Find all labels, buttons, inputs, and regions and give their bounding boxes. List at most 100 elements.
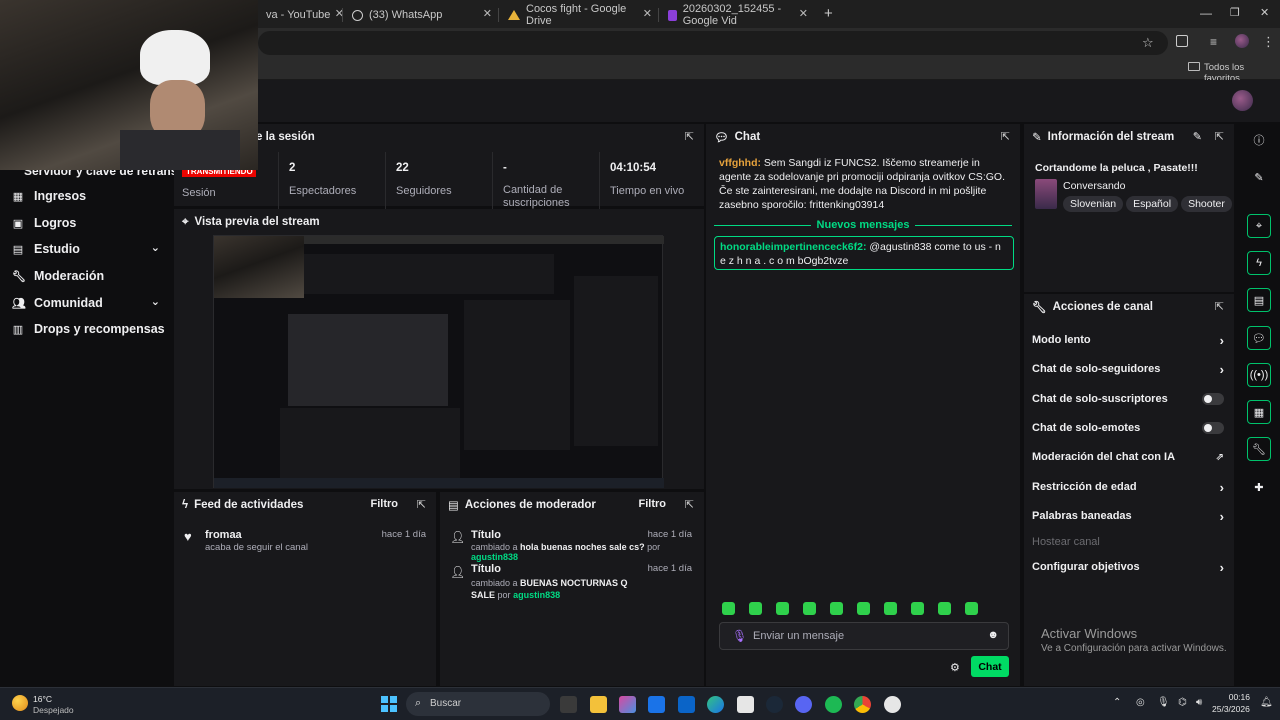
star-icon[interactable]: ☆ (1142, 35, 1154, 51)
tab-whatsapp[interactable]: (33) WhatsApp ✕ (344, 4, 498, 26)
chrome-icon[interactable] (854, 696, 871, 713)
tag[interactable]: Español (1126, 196, 1179, 212)
broadcast-icon[interactable]: ((•)) (1247, 363, 1271, 387)
emote-icon[interactable] (803, 602, 816, 615)
nav-item-comunidad[interactable]: 👥︎ Comunidad ⌄ (12, 296, 160, 310)
nav-item-ingresos[interactable]: ▦ Ingresos (12, 189, 86, 203)
tab-video[interactable]: 20260302_152455 - Google Vid ✕ (660, 3, 814, 27)
popout-icon[interactable]: ⇱ (1215, 130, 1224, 143)
emotes-only-toggle[interactable] (1202, 422, 1224, 434)
clock-time[interactable]: 00:16 (1220, 692, 1250, 702)
edit-icon[interactable]: ✎ (1247, 165, 1271, 189)
action-subs-only[interactable]: Chat de solo-suscriptores (1032, 389, 1224, 409)
action-slow-mode[interactable]: Modo lento › (1032, 330, 1224, 350)
tag[interactable]: Shooter (1181, 196, 1232, 212)
emote-icon[interactable] (830, 602, 843, 615)
network-icon[interactable]: ⌬ (1178, 697, 1187, 708)
obs-icon[interactable] (884, 696, 901, 713)
category-box-art[interactable] (1035, 179, 1057, 209)
new-tab-button[interactable]: + (824, 5, 833, 22)
action-configure-goals[interactable]: Configurar objetivos › (1032, 557, 1224, 577)
photos-icon[interactable] (648, 696, 665, 713)
windows-start-icon[interactable] (381, 696, 397, 712)
action-emotes-only[interactable]: Chat de solo-emotes (1032, 418, 1224, 438)
action-followers-only[interactable]: Chat de solo-seguidores › (1032, 359, 1224, 379)
nav-item-logros[interactable]: ▣ Logros (12, 216, 77, 230)
taskbar-search[interactable]: ⌕ Buscar (406, 692, 550, 716)
capcut-icon[interactable] (737, 696, 754, 713)
close-tab-icon[interactable]: ✕ (799, 7, 808, 20)
feed-filter-button[interactable]: Filtro (371, 498, 399, 510)
add-action-icon[interactable]: ✚ (1247, 475, 1271, 499)
tray-app-icon[interactable]: ◎ (1136, 697, 1145, 708)
emote-icon[interactable] (776, 602, 789, 615)
chat-send-button[interactable]: Chat (971, 656, 1009, 677)
tag[interactable]: Slovenian (1063, 196, 1124, 212)
user-avatar[interactable] (1232, 90, 1253, 111)
maximize-icon[interactable]: ❐ (1230, 6, 1240, 19)
chat-bubble-icon[interactable]: 💬︎ (1247, 326, 1271, 350)
popout-icon[interactable]: ⇱ (1001, 130, 1010, 143)
subs-only-toggle[interactable] (1202, 393, 1224, 405)
tab-youtube[interactable]: va - YouTube ✕ (258, 4, 344, 26)
bolt-icon[interactable]: ϟ (1247, 251, 1271, 275)
popout-icon[interactable]: ⇱ (685, 498, 694, 511)
profile-avatar[interactable] (1235, 34, 1249, 48)
emote-icon[interactable] (722, 602, 735, 615)
wrench-icon[interactable]: 🔧︎ (1247, 437, 1271, 461)
emote-icon[interactable] (749, 602, 762, 615)
browser-menu-icon[interactable]: ⋮ (1262, 34, 1275, 50)
minimize-icon[interactable]: — (1200, 6, 1212, 20)
extensions-icon[interactable] (1176, 35, 1188, 47)
omnibox[interactable] (258, 31, 1168, 55)
task-view-icon[interactable] (560, 696, 577, 713)
feed-user[interactable]: fromaa (205, 529, 242, 541)
document-icon[interactable]: ▤ (1247, 288, 1271, 312)
tab-label: 20260302_152455 - Google Vid (682, 3, 782, 27)
layout-icon[interactable]: ▦ (1247, 400, 1271, 424)
close-window-icon[interactable]: ✕ (1260, 6, 1269, 19)
emote-icon[interactable] (884, 602, 897, 615)
emote-icon[interactable] (938, 602, 951, 615)
settings-gear-icon[interactable]: ⚙ (950, 661, 960, 674)
emote-icon[interactable] (857, 602, 870, 615)
action-banned-words[interactable]: Palabras baneadas › (1032, 506, 1224, 526)
clock-date[interactable]: 25/3/2026 (1212, 704, 1250, 714)
emote-picker-icon[interactable]: ☻ (987, 629, 999, 641)
info-icon[interactable]: ⓘ (1247, 128, 1271, 152)
emote-icon[interactable] (965, 602, 978, 615)
steam-icon[interactable] (766, 696, 783, 713)
emote-icon[interactable] (911, 602, 924, 615)
notifications-icon[interactable]: 🔔︎ (1260, 697, 1273, 708)
chat-input[interactable]: 🎙︎ Enviar un mensaje ☻ (719, 622, 1009, 650)
stream-preview-video[interactable] (213, 235, 664, 488)
clip-icon[interactable]: ⌖ (1247, 214, 1271, 238)
nav-item-moderacion[interactable]: 🔧︎ Moderación (12, 269, 104, 283)
mic-icon[interactable]: 🎙︎ (732, 629, 747, 643)
popout-icon[interactable]: ⇱ (1215, 300, 1224, 313)
action-ai-moderation[interactable]: Moderación del chat con IA ⇗ (1032, 447, 1224, 467)
tray-mic-icon[interactable]: 🎙︎ (1157, 697, 1170, 708)
nav-item-drops[interactable]: ▥ Drops y recompensas (12, 322, 165, 336)
close-tab-icon[interactable]: ✕ (483, 7, 492, 20)
edge-icon[interactable] (707, 696, 724, 713)
chat-username[interactable]: vffghhd: (719, 157, 761, 169)
discord-icon[interactable] (795, 696, 812, 713)
tray-chevron-icon[interactable]: ⌃ (1113, 697, 1121, 708)
popout-icon[interactable]: ⇱ (417, 498, 426, 511)
edit-icon[interactable]: ✎ (1193, 130, 1202, 143)
action-age-restriction[interactable]: Restricción de edad › (1032, 477, 1224, 497)
volume-icon[interactable]: 🔊︎ (1196, 697, 1202, 708)
nav-item-estudio[interactable]: ▤ Estudio ⌄ (12, 242, 160, 256)
file-explorer-icon[interactable] (590, 696, 607, 713)
stream-category[interactable]: Conversando (1063, 180, 1125, 192)
popout-icon[interactable]: ⇱ (685, 130, 694, 143)
mod-filter-button[interactable]: Filtro (639, 498, 667, 510)
tab-drive[interactable]: Cocos fight - Google Drive ✕ (500, 3, 658, 27)
copilot-icon[interactable] (619, 696, 636, 713)
outlook-icon[interactable] (678, 696, 695, 713)
spotify-icon[interactable] (825, 696, 842, 713)
media-icon[interactable]: ≡ (1210, 35, 1217, 49)
chat-username[interactable]: honorableimpertinenceck6f2: (720, 241, 866, 253)
close-tab-icon[interactable]: ✕ (643, 7, 652, 20)
